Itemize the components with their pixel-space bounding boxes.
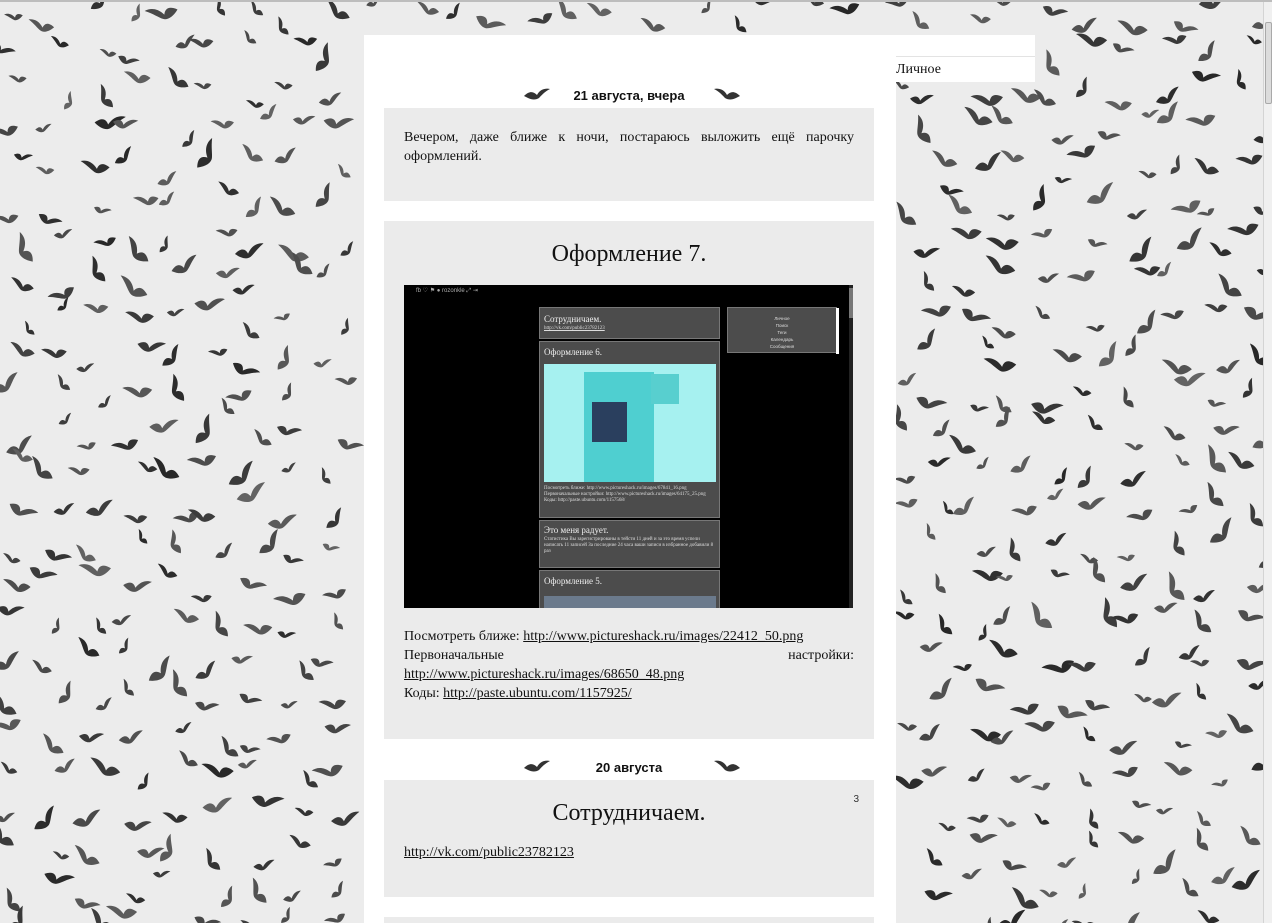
sidebar-item-personal[interactable]: Личное [896,62,941,78]
post-screenshot-image[interactable]: fb ♡ ⚑ ● rozonkle ⤢ ⇥ Сотрудничаем. http… [404,285,853,608]
mini-post: Сотрудничаем. http://vk.com/public237821… [539,307,720,339]
mini-image-sidebar [651,374,679,404]
screenshot-sidebar-menu: Личное Поиск Теги Календарь Сообщения [727,307,839,354]
entry-date: 21 августа, вчера [573,88,685,103]
post-link[interactable]: http://vk.com/public23782123 [404,845,574,860]
date-separator: 20 августа [384,758,874,778]
post-card: Оформление 7. fb ♡ ⚑ ● rozonkle ⤢ ⇥ Сотр… [384,221,874,739]
mini-post: Это меня радует. Статистика Вы зарегистр… [539,520,720,568]
mini-post: Оформление 5. [539,570,720,608]
mini-menu-item: Личное [774,316,790,321]
date-separator: 21 августа, вчера [384,86,874,106]
view-label: Посмотреть ближе: [404,629,520,644]
post-links-line: Коды: http://paste.ubuntu.com/1157925/ [404,684,854,703]
mini-image-picture [592,402,627,442]
mini-post-title: Сотрудничаем. [544,314,602,324]
page-scrollbar-thumb[interactable] [1265,22,1272,104]
mini-post-title: Оформление 6. [544,347,603,357]
mini-post: Оформление 6. Посмотреть ближе: http://w… [539,341,720,518]
entry-date: 20 августа [595,760,663,775]
mini-post-text: Статистика Вы зарегистрированы в тейсти … [544,537,714,554]
screenshot-toolbar: fb ♡ ⚑ ● rozonkle ⤢ ⇥ [416,288,478,294]
post-text: http://vk.com/public23782123 [404,843,854,862]
mini-image-content [584,372,654,482]
post-title: Оформление 7. [551,241,707,267]
mini-menu-item: Теги [777,330,787,335]
codes-label: Коды: [404,686,440,701]
post-card [384,917,874,923]
mini-post-image [544,596,716,608]
codes-link[interactable]: http://paste.ubuntu.com/1157925/ [443,686,631,701]
window-top-border [0,0,1272,2]
sidebar-divider [896,56,1035,57]
post-card: 3 Сотрудничаем. http://vk.com/public2378… [384,780,874,897]
mini-post-title: Это меня радует. [544,525,609,535]
page-scrollbar[interactable] [1263,2,1272,923]
mini-menu-item: Поиск [775,323,789,328]
screenshot-column: Сотрудничаем. http://vk.com/public237821… [539,307,722,608]
bird-ornament-icon [714,760,740,772]
post-links-line: Посмотреть ближе: http://www.pictureshac… [404,627,854,646]
sidebar-menu: Личное [896,35,1035,82]
mini-post-text: Посмотреть ближе: http://www.pictureshac… [544,486,706,503]
post-links-line: Первоначальные настройки: [404,646,854,665]
mini-menu-item: Сообщения [769,344,795,349]
initial-settings-link[interactable]: http://www.pictureshack.ru/images/68650_… [404,667,684,682]
view-link[interactable]: http://www.pictureshack.ru/images/22412_… [523,629,803,644]
post-title: Сотрудничаем. [552,800,706,826]
post-links-line: http://www.pictureshack.ru/images/68650_… [404,665,854,684]
mini-post-title: Оформление 5. [544,576,603,586]
initial-settings-label: Первоначальные [404,648,504,663]
mini-post-text: http://vk.com/public23782123 [544,326,605,331]
mini-post-image [544,364,716,482]
initial-settings-label: настройки: [788,648,854,663]
mini-menu-bar [836,308,839,354]
mini-menu-item: Календарь [770,337,794,342]
post-text: Вечером, даже ближе к ночи, постараюсь в… [404,130,854,164]
screenshot-scrollbar-thumb [849,288,853,318]
post-card: Вечером, даже ближе к ночи, постараюсь в… [384,108,874,201]
bird-ornament-icon [714,88,740,100]
screenshot-scrollbar [849,285,853,608]
